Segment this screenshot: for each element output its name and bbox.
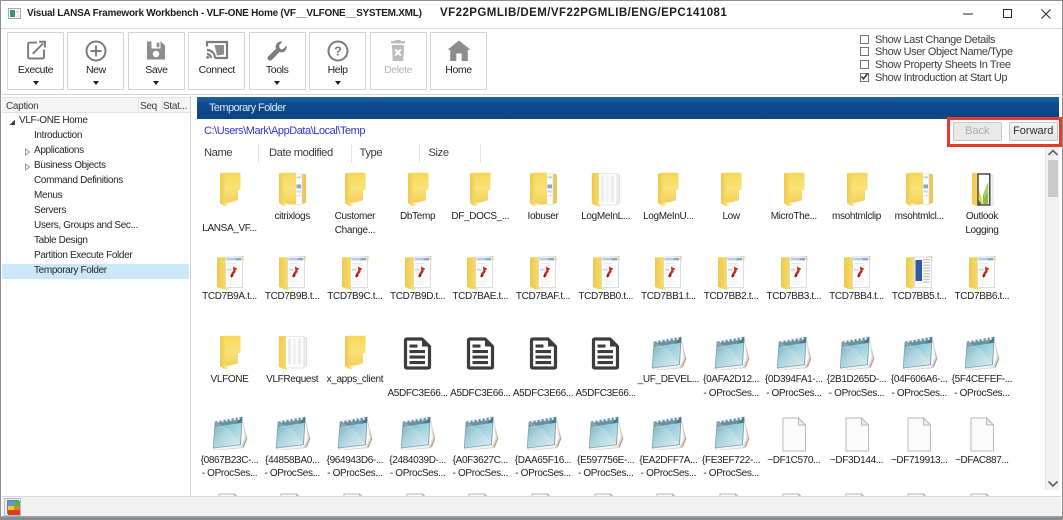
svg-text:?: ?: [334, 44, 342, 58]
